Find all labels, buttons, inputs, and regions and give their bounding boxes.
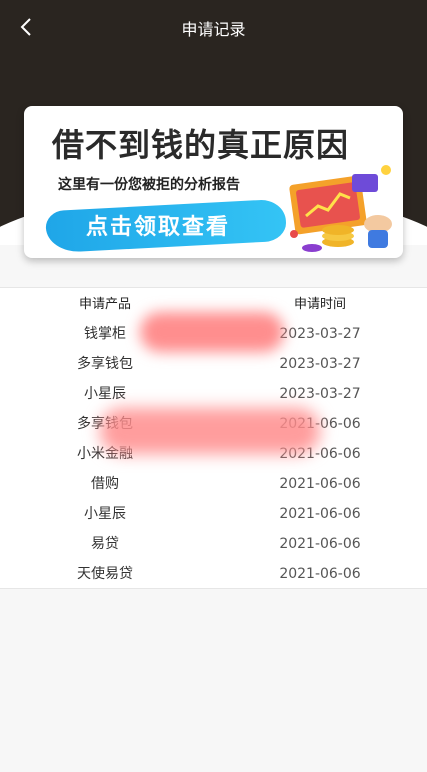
table-row: 小星辰 2023-03-27 <box>0 379 427 409</box>
row-product-name: 天使易贷 <box>77 566 133 582</box>
row-apply-date: 2021-06-06 <box>279 476 361 492</box>
table-row: 多享钱包 2023-03-27 <box>0 349 427 379</box>
row-product-name: 小星辰 <box>84 506 126 522</box>
row-apply-date: 2023-03-27 <box>279 356 361 372</box>
row-apply-date: 2021-06-06 <box>279 506 361 522</box>
promo-banner[interactable]: 借不到钱的真正原因 这里有一份您被拒的分析报告 点击领取查看 <box>24 106 403 258</box>
redaction-blur <box>140 312 284 352</box>
banner-subline: 这里有一份您被拒的分析报告 <box>58 177 240 193</box>
row-product-name: 多享钱包 <box>77 356 133 372</box>
banner-cta-label: 点击领取查看 <box>86 215 231 240</box>
table-row: 易贷 2021-06-06 <box>0 529 427 559</box>
row-apply-date: 2021-06-06 <box>279 536 361 552</box>
table-row: 借购 2021-06-06 <box>0 469 427 499</box>
page-title: 申请记录 <box>181 20 246 39</box>
table-row: 天使易贷 2021-06-06 <box>0 559 427 589</box>
table-row: 小星辰 2021-06-06 <box>0 499 427 529</box>
row-apply-date: 2021-06-06 <box>279 566 361 582</box>
redaction-blur <box>100 408 320 454</box>
report-chart-illustration-icon <box>289 165 392 252</box>
row-product-name: 借购 <box>91 476 119 492</box>
row-apply-date: 2023-03-27 <box>279 386 361 402</box>
banner-headline: 借不到钱的真正原因 <box>52 126 350 164</box>
row-product-name: 小星辰 <box>84 386 126 402</box>
row-product-name: 易贷 <box>91 536 119 552</box>
